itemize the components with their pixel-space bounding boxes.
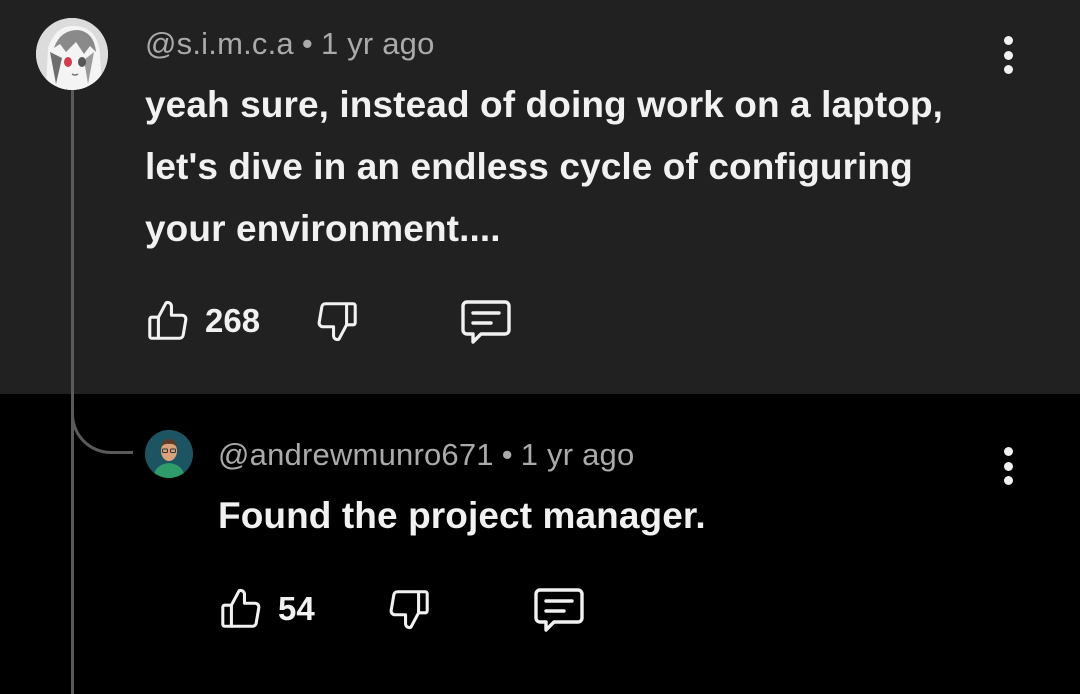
reply-connector	[71, 394, 133, 454]
avatar-anime-icon	[36, 18, 108, 90]
timestamp[interactable]: 1 yr ago	[521, 437, 635, 472]
avatar-person-icon	[145, 430, 193, 478]
dot	[1003, 461, 1013, 471]
reply-button[interactable]	[459, 298, 513, 348]
dot	[1003, 36, 1013, 45]
thumbs-down-icon	[389, 590, 429, 630]
comment-icon	[461, 300, 511, 344]
more-vertical-icon[interactable]	[993, 443, 1023, 489]
reply-button[interactable]	[532, 586, 586, 636]
comment-meta: @andrewmunro671 • 1 yr ago	[218, 437, 634, 473]
thumbs-down-icon	[317, 302, 357, 342]
dot	[1003, 65, 1013, 74]
dot	[1003, 50, 1013, 60]
comment-text: Found the project manager.	[218, 495, 706, 536]
thumbs-up-icon	[221, 588, 261, 628]
author-handle[interactable]: @andrewmunro671	[218, 437, 494, 472]
comment-icon	[534, 588, 584, 632]
like-count: 54	[278, 590, 315, 627]
meta-separator: •	[301, 26, 313, 61]
dislike-button[interactable]	[386, 586, 432, 632]
thread-line	[71, 90, 74, 694]
thumbs-up-icon	[148, 300, 188, 340]
like-count: 268	[205, 302, 261, 339]
timestamp[interactable]: 1 yr ago	[321, 26, 435, 61]
dot	[1003, 476, 1013, 485]
like-button[interactable]: 54	[218, 586, 315, 632]
more-vertical-icon[interactable]	[993, 32, 1023, 78]
comment-meta: @s.i.m.c.a • 1 yr ago	[145, 26, 435, 62]
author-handle[interactable]: @s.i.m.c.a	[145, 26, 294, 61]
comment-text: yeah sure, instead of doing work on a la…	[145, 84, 944, 249]
avatar[interactable]	[36, 18, 108, 90]
meta-separator: •	[501, 437, 513, 472]
dislike-button[interactable]	[314, 298, 360, 344]
avatar[interactable]	[145, 430, 193, 478]
dot	[1003, 447, 1013, 456]
like-button[interactable]: 268	[145, 298, 260, 344]
